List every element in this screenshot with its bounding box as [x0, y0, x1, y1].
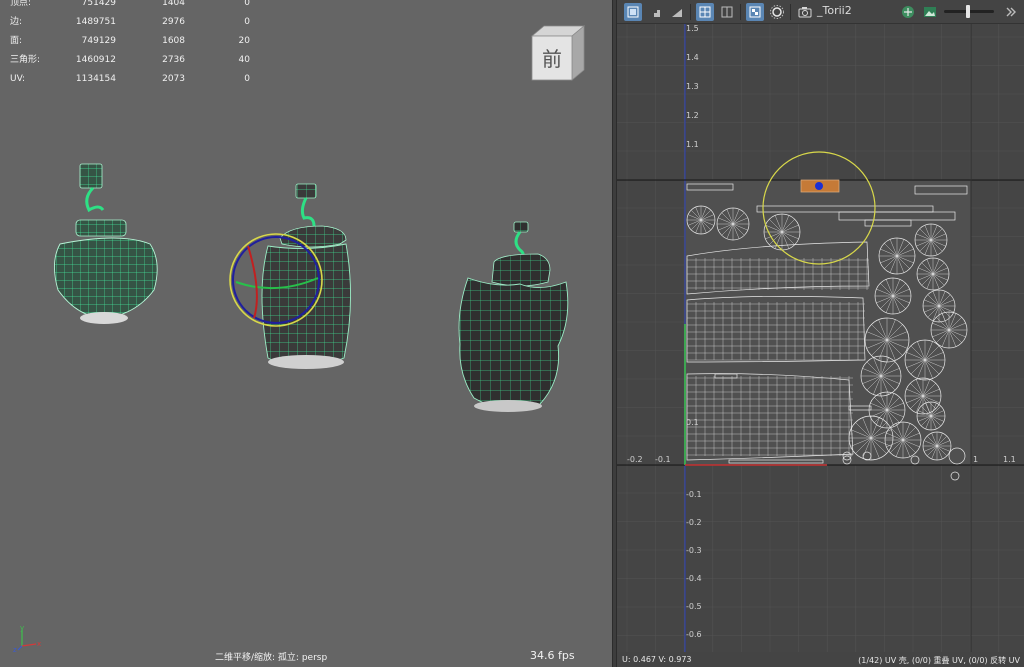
checker-icon[interactable] — [746, 3, 764, 21]
jar-model-1[interactable] — [54, 163, 158, 324]
grid-icon[interactable] — [696, 3, 714, 21]
v-tick-label: -0.6 — [686, 630, 702, 639]
axis-label-z: z — [13, 646, 17, 654]
hud-value: 1134154 — [75, 74, 116, 84]
shaded-uv-icon[interactable] — [624, 3, 642, 21]
v-tick-label: 1.1 — [686, 140, 699, 149]
hud-value: 1489751 — [75, 17, 116, 27]
v-tick-label: -0.4 — [686, 574, 702, 583]
jar-model-2[interactable] — [261, 183, 351, 369]
hud-value: 2736 — [162, 55, 185, 65]
u-tick-label: 1.1 — [1003, 455, 1016, 464]
hud-row-triangles: 三角形: 1460912 2736 40 — [10, 51, 250, 70]
uv-coordinates-readout: U: 0.467 V: 0.973 — [622, 655, 692, 664]
uv-editor-panel: _Torii2 1.5 1.4 1.3 1.2 1.1 0.1 -0.1 -0.… — [617, 0, 1024, 667]
hud-row-faces: 面: 749129 1608 20 — [10, 32, 250, 51]
hud-value: 1404 — [162, 0, 185, 8]
uv-shell-stats: (1/42) UV 壳, (0/0) 重叠 UV, (0/0) 反转 UV — [858, 656, 1020, 665]
hud-value: 1460912 — [75, 55, 116, 65]
uv-canvas[interactable]: 1.5 1.4 1.3 1.2 1.1 0.1 -0.1 -0.2 -0.3 -0.4 -0.5 -0… — [617, 24, 1024, 652]
fps-counter: 34.6 fps — [530, 649, 575, 662]
v-tick-label: 1.3 — [686, 82, 699, 91]
slider-thumb[interactable] — [966, 5, 970, 18]
poly-count-hud: 顶点: 751429 1404 0 边: 1489751 2976 0 面: 7… — [10, 0, 250, 89]
viewport-scene — [54, 163, 569, 412]
texture-filter-icon[interactable] — [899, 3, 917, 21]
camera-name-label: _Torii2 — [817, 4, 852, 17]
v-tick-label: 1.2 — [686, 111, 699, 120]
view-cube[interactable]: 前 — [528, 22, 588, 82]
hud-value: 0 — [244, 74, 250, 84]
uv-0-1-tile — [685, 180, 971, 465]
hud-label: UV: — [10, 74, 26, 84]
hud-value: 2976 — [162, 17, 185, 27]
hud-value: 2073 — [162, 74, 185, 84]
v-tick-label: 1.4 — [686, 53, 699, 62]
hud-value: 751429 — [81, 0, 116, 8]
hud-value: 0 — [244, 0, 250, 8]
v-tick-label: -0.3 — [686, 546, 702, 555]
viewport-mode-label: 二维平移/缩放: 孤立: persp — [215, 653, 328, 663]
v-tick-label: -0.5 — [686, 602, 702, 611]
frame-icon[interactable] — [718, 3, 736, 21]
hud-row-uvs: UV: 1134154 2073 0 — [10, 70, 250, 89]
hud-row-edges: 边: 1489751 2976 0 — [10, 13, 250, 32]
perspective-viewport[interactable]: 顶点: 751429 1404 0 边: 1489751 2976 0 面: 7… — [0, 0, 612, 667]
axis-gizmo: y x z — [13, 624, 41, 654]
hud-label: 边: — [10, 17, 23, 27]
hud-label: 面: — [10, 36, 23, 46]
hud-value: 40 — [238, 55, 250, 65]
hud-label: 顶点: — [10, 0, 32, 8]
stairs-icon[interactable] — [646, 3, 664, 21]
toolbar-overflow-icon[interactable] — [1001, 3, 1019, 21]
hud-value: 20 — [238, 36, 250, 46]
sun-icon[interactable] — [768, 3, 786, 21]
v-tick-label: 0.1 — [686, 418, 699, 427]
jar-model-3[interactable] — [458, 221, 569, 412]
view-cube-front-label: 前 — [542, 47, 562, 71]
ramp-icon[interactable] — [668, 3, 686, 21]
axis-label-y: y — [20, 624, 24, 632]
u-tick-label: -0.1 — [655, 455, 671, 464]
u-tick-label: 1 — [973, 455, 978, 464]
hud-value: 749129 — [81, 36, 116, 46]
hud-value: 1608 — [162, 36, 185, 46]
hud-row-vertices: 顶点: 751429 1404 0 — [10, 0, 250, 13]
v-tick-label: -0.2 — [686, 518, 702, 527]
u-tick-label: -0.2 — [627, 455, 643, 464]
image-icon[interactable] — [921, 3, 939, 21]
camera-icon[interactable] — [796, 3, 814, 21]
hud-label: 三角形: — [10, 55, 41, 65]
v-tick-label: -0.1 — [686, 490, 702, 499]
v-tick-label: 1.5 — [686, 24, 699, 33]
maya-window: 顶点: 751429 1404 0 边: 1489751 2976 0 面: 7… — [0, 0, 1024, 667]
axis-label-x: x — [37, 640, 41, 648]
uv-toolbar: _Torii2 — [617, 0, 1024, 24]
hud-value: 0 — [244, 17, 250, 27]
uv-status-bar: U: 0.467 V: 0.973 (1/42) UV 壳, (0/0) 重叠 … — [617, 652, 1024, 667]
